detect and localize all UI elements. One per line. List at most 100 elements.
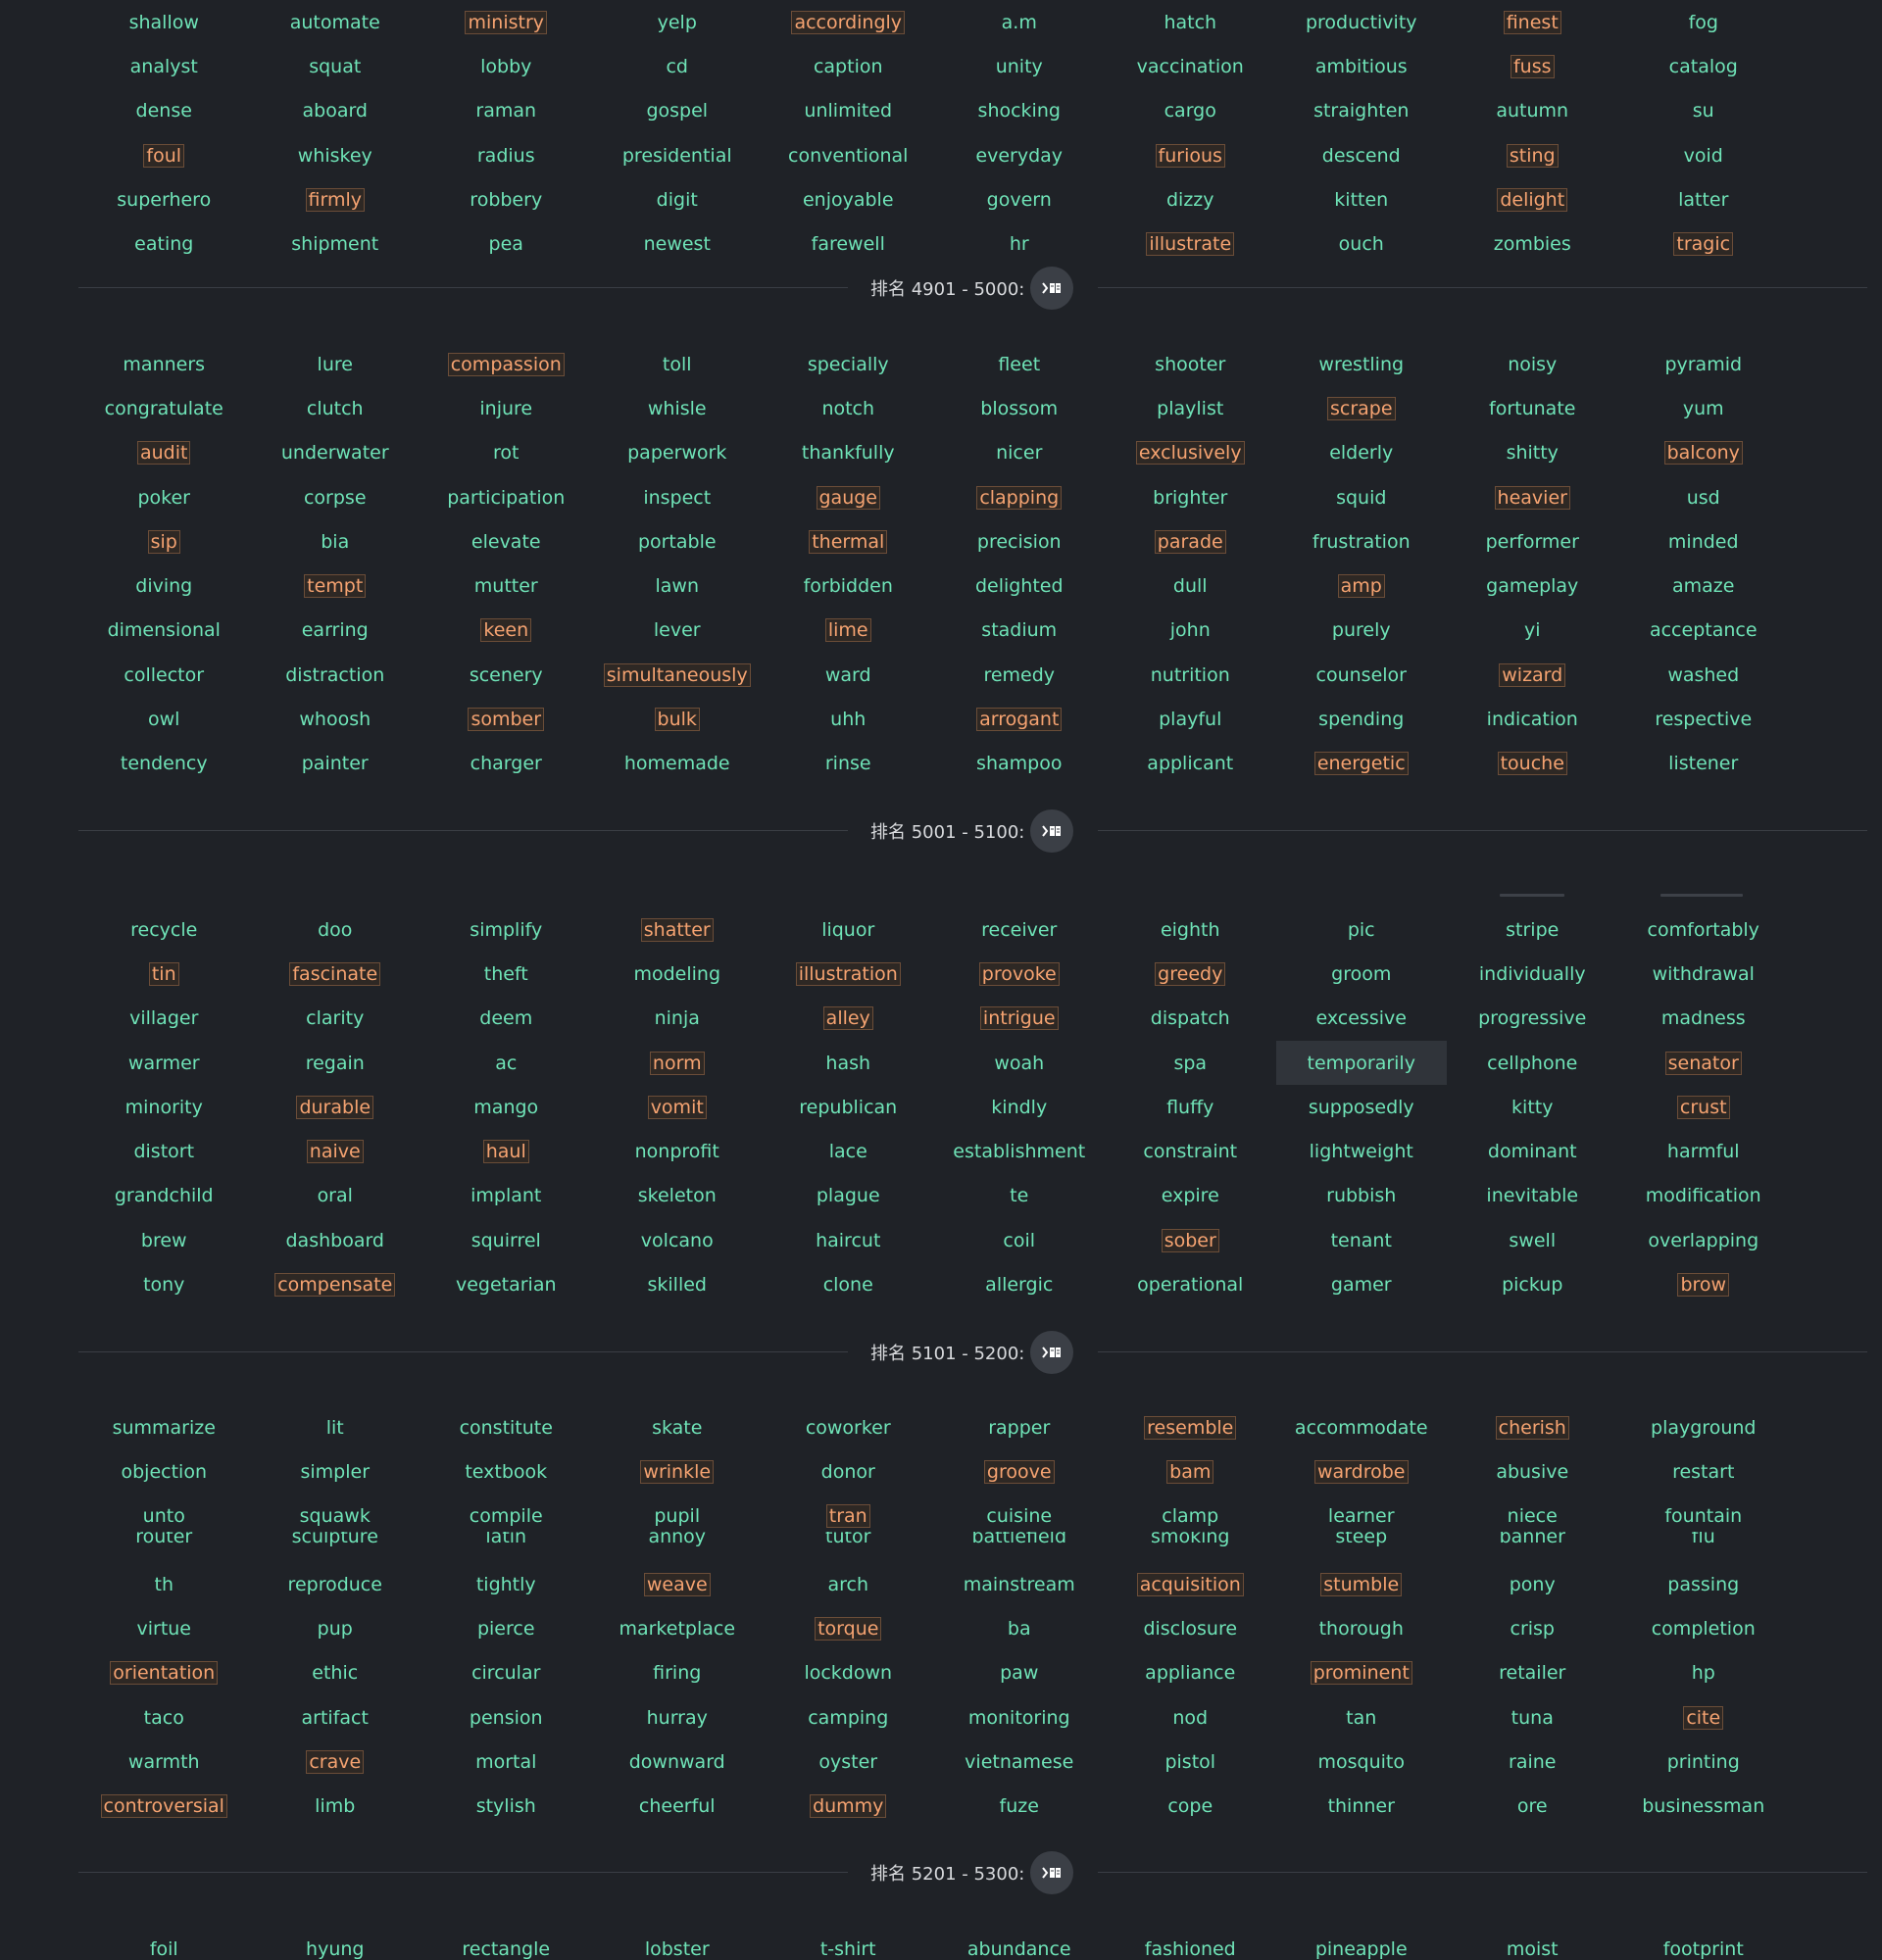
word-item[interactable]: listener bbox=[1618, 742, 1790, 786]
word-item[interactable]: ore bbox=[1447, 1784, 1618, 1828]
word-item[interactable]: marketplace bbox=[592, 1606, 764, 1650]
word-item[interactable]: orientation bbox=[78, 1651, 250, 1695]
word-item[interactable]: passing bbox=[1618, 1562, 1790, 1606]
word-item[interactable]: groove bbox=[934, 1449, 1106, 1494]
word-item[interactable]: shallow bbox=[78, 0, 250, 44]
word-item[interactable]: fuss bbox=[1447, 44, 1618, 88]
word-item[interactable]: allergic bbox=[934, 1262, 1106, 1306]
word-item[interactable]: rot bbox=[421, 431, 592, 475]
word-item[interactable]: specially bbox=[763, 342, 934, 386]
word-item[interactable]: illustration bbox=[763, 952, 934, 996]
word-item[interactable]: applicant bbox=[1105, 742, 1276, 786]
word-item[interactable]: sober bbox=[1105, 1218, 1276, 1262]
word-item[interactable]: stripe bbox=[1447, 907, 1618, 952]
word-item[interactable]: lightweight bbox=[1276, 1129, 1448, 1173]
word-item[interactable]: mortal bbox=[421, 1740, 592, 1784]
word-item[interactable]: radius bbox=[421, 133, 592, 177]
word-item[interactable]: cd bbox=[592, 44, 764, 88]
word-item[interactable]: router bbox=[78, 1532, 250, 1547]
word-item[interactable]: scenery bbox=[421, 653, 592, 697]
word-item[interactable]: nod bbox=[1105, 1695, 1276, 1740]
word-item[interactable]: acquisition bbox=[1105, 1562, 1276, 1606]
word-item[interactable]: greedy bbox=[1105, 952, 1276, 996]
word-item[interactable]: wardrobe bbox=[1276, 1449, 1448, 1494]
word-item[interactable]: pony bbox=[1447, 1562, 1618, 1606]
word-item[interactable]: compensate bbox=[250, 1262, 421, 1306]
word-item[interactable]: mutter bbox=[421, 564, 592, 608]
word-item[interactable]: dummy bbox=[763, 1784, 934, 1828]
word-item[interactable]: businessman bbox=[1618, 1784, 1790, 1828]
word-item[interactable]: delight bbox=[1447, 177, 1618, 221]
word-item[interactable]: crisp bbox=[1447, 1606, 1618, 1650]
word-item[interactable]: implant bbox=[421, 1174, 592, 1218]
word-item[interactable]: senator bbox=[1618, 1041, 1790, 1085]
word-item[interactable]: counselor bbox=[1276, 653, 1448, 697]
word-item[interactable]: forbidden bbox=[763, 564, 934, 608]
word-item[interactable]: latter bbox=[1618, 177, 1790, 221]
word-item[interactable]: rinse bbox=[763, 742, 934, 786]
word-item[interactable]: pea bbox=[421, 221, 592, 266]
word-item[interactable]: sip bbox=[78, 519, 250, 564]
word-item[interactable]: nicer bbox=[934, 431, 1106, 475]
word-item[interactable]: overlapping bbox=[1618, 1218, 1790, 1262]
word-item[interactable]: prominent bbox=[1276, 1651, 1448, 1695]
word-item[interactable]: paperwork bbox=[592, 431, 764, 475]
word-item[interactable]: enjoyable bbox=[763, 177, 934, 221]
word-item[interactable]: yum bbox=[1618, 386, 1790, 430]
word-item[interactable]: receiver bbox=[934, 907, 1106, 952]
word-item[interactable]: lawn bbox=[592, 564, 764, 608]
word-item[interactable]: bam bbox=[1105, 1449, 1276, 1494]
word-item[interactable]: illustrate bbox=[1105, 221, 1276, 266]
word-item[interactable]: playful bbox=[1105, 697, 1276, 741]
word-item[interactable]: vietnamese bbox=[934, 1740, 1106, 1784]
word-item[interactable]: ouch bbox=[1276, 221, 1448, 266]
word-item[interactable]: inspect bbox=[592, 475, 764, 519]
word-item[interactable]: caption bbox=[763, 44, 934, 88]
word-item[interactable]: earring bbox=[250, 609, 421, 653]
word-item[interactable]: spending bbox=[1276, 697, 1448, 741]
word-item[interactable]: smoking bbox=[1105, 1532, 1276, 1547]
word-item[interactable]: a.m bbox=[934, 0, 1106, 44]
word-item[interactable]: constraint bbox=[1105, 1129, 1276, 1173]
word-item[interactable]: ambitious bbox=[1276, 44, 1448, 88]
word-item[interactable]: keen bbox=[421, 609, 592, 653]
word-item[interactable]: madness bbox=[1618, 997, 1790, 1041]
word-item[interactable]: acceptance bbox=[1618, 609, 1790, 653]
word-item[interactable]: disclosure bbox=[1105, 1606, 1276, 1650]
word-item[interactable]: virtue bbox=[78, 1606, 250, 1650]
word-item[interactable]: lure bbox=[250, 342, 421, 386]
word-item[interactable]: govern bbox=[934, 177, 1106, 221]
word-item[interactable]: cope bbox=[1105, 1784, 1276, 1828]
word-item[interactable]: reproduce bbox=[250, 1562, 421, 1606]
section-read-button[interactable] bbox=[1030, 1331, 1073, 1374]
word-item[interactable]: dispatch bbox=[1105, 997, 1276, 1041]
word-item[interactable]: compassion bbox=[421, 342, 592, 386]
word-item[interactable]: groom bbox=[1276, 952, 1448, 996]
word-item[interactable]: conventional bbox=[763, 133, 934, 177]
word-item[interactable]: brew bbox=[78, 1218, 250, 1262]
word-item[interactable]: villager bbox=[78, 997, 250, 1041]
word-item[interactable]: te bbox=[934, 1174, 1106, 1218]
word-item[interactable]: clapping bbox=[934, 475, 1106, 519]
word-item[interactable]: fog bbox=[1618, 0, 1790, 44]
word-item[interactable]: hash bbox=[763, 1041, 934, 1085]
word-item[interactable]: catalog bbox=[1618, 44, 1790, 88]
word-item[interactable]: arrogant bbox=[934, 697, 1106, 741]
word-item[interactable]: flu bbox=[1618, 1532, 1790, 1547]
word-item[interactable]: arch bbox=[763, 1562, 934, 1606]
word-item[interactable]: tightly bbox=[421, 1562, 592, 1606]
word-item[interactable]: cite bbox=[1618, 1695, 1790, 1740]
word-item[interactable]: ninja bbox=[592, 997, 764, 1041]
word-item[interactable]: haul bbox=[421, 1129, 592, 1173]
word-item[interactable]: skeleton bbox=[592, 1174, 764, 1218]
word-item[interactable]: fuze bbox=[934, 1784, 1106, 1828]
word-item[interactable]: performer bbox=[1447, 519, 1618, 564]
word-item[interactable]: ministry bbox=[421, 0, 592, 44]
word-item[interactable]: touche bbox=[1447, 742, 1618, 786]
word-item[interactable]: yelp bbox=[592, 0, 764, 44]
word-item[interactable]: alley bbox=[763, 997, 934, 1041]
word-item[interactable]: tutor bbox=[763, 1532, 934, 1547]
word-item[interactable]: ac bbox=[421, 1041, 592, 1085]
word-item[interactable]: fluffy bbox=[1105, 1085, 1276, 1129]
word-item[interactable]: banner bbox=[1447, 1532, 1618, 1547]
